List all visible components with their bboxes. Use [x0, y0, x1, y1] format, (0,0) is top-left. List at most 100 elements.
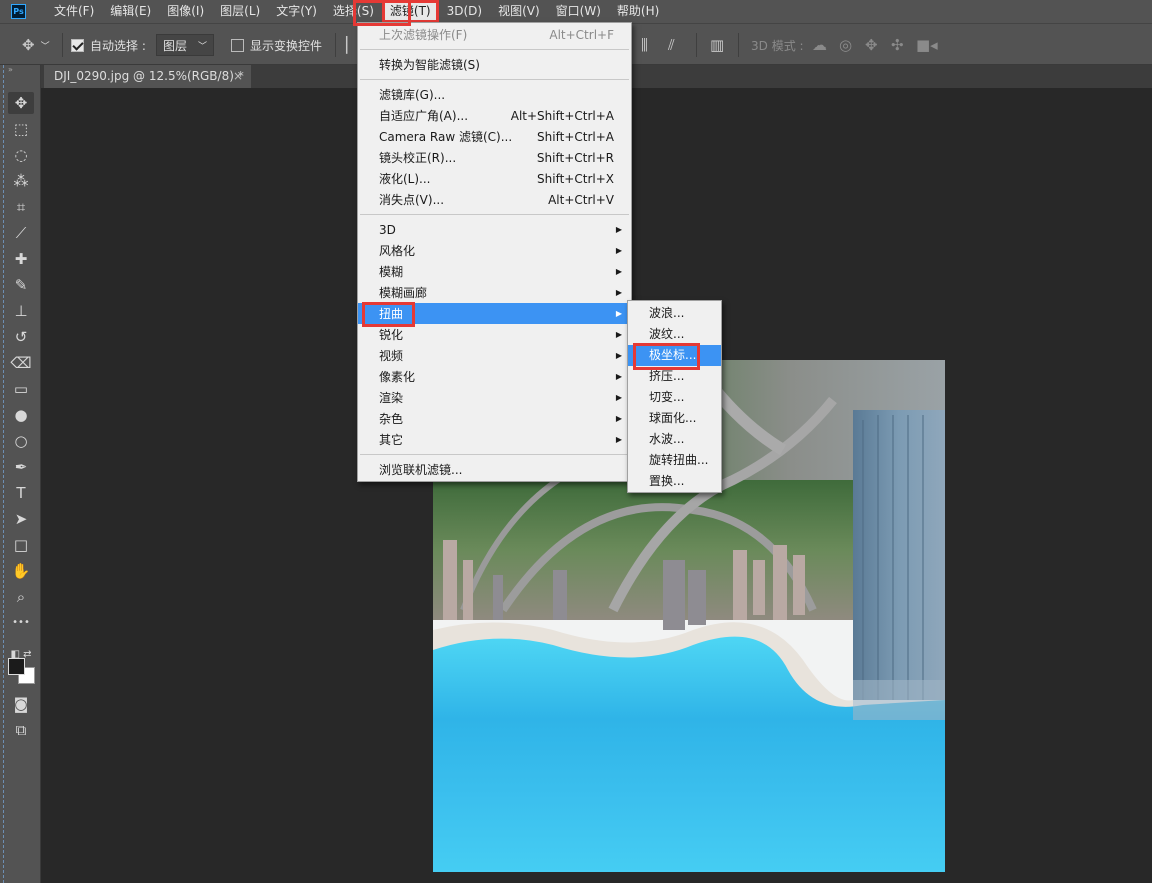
filter-menu-item[interactable]: 液化(L)... Shift+Ctrl+X — [358, 168, 631, 189]
auto-align-icon[interactable]: ▥ — [710, 34, 724, 56]
filter-menu-item[interactable]: 杂色 ▶ — [358, 408, 631, 429]
rectangle-tool-icon[interactable]: □ — [8, 534, 34, 556]
filter-menu: 上次滤镜操作(F) Alt+Ctrl+F 转换为智能滤镜(S) 滤镜库(G)... 自适… — [357, 22, 632, 482]
distort-submenu: 波浪... 波纹... 极坐标... 挤压... 切变... 球面化... 水波... 旋转扭… — [627, 300, 722, 493]
filter-menu-item[interactable]: 3D ▶ — [358, 219, 631, 240]
scale-3d-icon[interactable]: ■◂ — [916, 34, 938, 56]
layer-select-value: 图层 — [163, 38, 188, 53]
filter-menu-item[interactable]: 自适应广角(A)... Alt+Shift+Ctrl+A — [358, 105, 631, 126]
distort-submenu-item[interactable]: 旋转扭曲... — [628, 450, 721, 471]
menu-9[interactable]: 窗口(W) — [548, 0, 609, 23]
close-tab-icon[interactable]: × — [233, 65, 243, 88]
slide-3d-icon[interactable]: ✣ — [891, 34, 904, 56]
menu-bar: Ps 文件(F) 编辑(E) 图像(I) 图层(L) 文字(Y) 选择(S) 滤镜(T) 3D… — [0, 0, 1152, 23]
submenu-arrow-icon: ▶ — [615, 330, 622, 339]
eyedropper-tool-icon[interactable]: ⟋ — [8, 222, 34, 244]
pan-3d-icon[interactable]: ✥ — [865, 34, 878, 56]
menu-8[interactable]: 视图(V) — [490, 0, 548, 23]
healing-brush-tool-icon[interactable]: ✚ — [8, 248, 34, 270]
filter-menu-item-label: 镜头校正(R)... — [379, 151, 457, 165]
mode-3d-label: 3D 模式 : — [751, 38, 804, 53]
document-title: DJI_0290.jpg @ 12.5%(RGB/8) * — [54, 69, 244, 83]
zoom-tool-icon[interactable]: ⌕ — [8, 586, 34, 608]
crop-tool-icon[interactable]: ⌗ — [8, 196, 34, 218]
menu-2[interactable]: 图像(I) — [159, 0, 212, 23]
filter-menu-item[interactable]: 模糊画廊 ▶ — [358, 282, 631, 303]
filter-menu-item[interactable]: Camera Raw 滤镜(C)... Shift+Ctrl+A — [358, 126, 631, 147]
filter-menu-item[interactable]: 像素化 ▶ — [358, 366, 631, 387]
filter-menu-item[interactable]: 消失点(V)... Alt+Ctrl+V — [358, 189, 631, 210]
more-tools-icon[interactable]: ••• — [8, 612, 34, 634]
menu-4[interactable]: 文字(Y) — [268, 0, 325, 23]
filter-menu-item[interactable]: 渲染 ▶ — [358, 387, 631, 408]
layer-select-box[interactable]: 图层 ﹀ — [156, 34, 214, 56]
filter-menu-item[interactable]: 锐化 ▶ — [358, 324, 631, 345]
menu-0[interactable]: 文件(F) — [46, 0, 102, 23]
collapse-panel-icon[interactable]: » — [8, 65, 13, 74]
blur-tool-icon[interactable]: ● — [8, 404, 34, 426]
filter-menu-item-label: 模糊画廊 — [379, 286, 428, 300]
lasso-tool-icon[interactable]: ◌ — [8, 144, 34, 166]
align-left-edges-icon[interactable]: ▏ — [346, 34, 358, 56]
show-transform-label: 显示变换控件 — [250, 38, 323, 53]
hand-tool-icon[interactable]: ✋ — [8, 560, 34, 582]
pen-tool-icon[interactable]: ✒ — [8, 456, 34, 478]
filter-menu-item[interactable]: 转换为智能滤镜(S) — [358, 54, 631, 75]
menu-7[interactable]: 3D(D) — [439, 0, 490, 23]
dodge-tool-icon[interactable]: ○ — [8, 430, 34, 452]
menu-3[interactable]: 图层(L) — [212, 0, 268, 23]
path-selection-tool-icon[interactable]: ➤ — [8, 508, 34, 530]
history-brush-tool-icon[interactable]: ↺ — [8, 326, 34, 348]
distort-submenu-item[interactable]: 切变... — [628, 387, 721, 408]
filter-menu-item-label: 液化(L)... — [379, 172, 431, 186]
menu-1[interactable]: 编辑(E) — [102, 0, 159, 23]
move-tool-icon[interactable]: ✥ — [8, 92, 34, 114]
distort-submenu-item[interactable]: 波纹... — [628, 324, 721, 345]
brush-tool-icon[interactable]: ✎ — [8, 274, 34, 296]
distort-submenu-item[interactable]: 球面化... — [628, 408, 721, 429]
magic-wand-tool-icon[interactable]: ⁂ — [8, 170, 34, 192]
quick-mask-icon[interactable]: ◙ — [8, 693, 34, 715]
filter-menu-item: 上次滤镜操作(F) Alt+Ctrl+F — [358, 24, 631, 45]
layer-select[interactable]: 图层 ﹀ — [156, 34, 214, 56]
roll-3d-icon[interactable]: ◎ — [839, 34, 852, 56]
clone-stamp-tool-icon[interactable]: ⊥ — [8, 300, 34, 322]
document-tab[interactable]: DJI_0290.jpg @ 12.5%(RGB/8) * × — [44, 65, 251, 88]
divider — [738, 33, 739, 57]
gradient-tool-icon[interactable]: ▭ — [8, 378, 34, 400]
filter-menu-item-label: 3D — [379, 222, 396, 237]
move-icon: ✥ — [22, 36, 35, 54]
menu-10[interactable]: 帮助(H) — [609, 0, 667, 23]
distribute-vertical-icon[interactable]: ⫼ — [641, 34, 648, 56]
screen-mode-icon[interactable]: ⧉ — [8, 719, 34, 741]
filter-menu-item[interactable]: 滤镜库(G)... — [358, 84, 631, 105]
filter-menu-item-label: 模糊 — [379, 265, 404, 279]
filter-menu-item-label: 消失点(V)... — [379, 193, 445, 207]
type-tool-icon[interactable]: T — [8, 482, 34, 504]
menu-separator — [360, 49, 629, 50]
menu-separator — [360, 79, 629, 80]
filter-menu-item[interactable]: 镜头校正(R)... Shift+Ctrl+R — [358, 147, 631, 168]
show-transform-checkbox[interactable] — [231, 38, 244, 52]
filter-menu-item-label: 风格化 — [379, 244, 416, 258]
filter-menu-item[interactable]: 模糊 ▶ — [358, 261, 631, 282]
divider — [696, 33, 697, 57]
auto-select-checkbox[interactable] — [71, 38, 84, 52]
distort-submenu-item[interactable]: 波浪... — [628, 303, 721, 324]
distort-submenu-item[interactable]: 置换... — [628, 471, 721, 492]
distort-submenu-item[interactable]: 水波... — [628, 429, 721, 450]
distribute-horizontal-icon[interactable]: ⫽ — [668, 34, 675, 56]
move-tool-preset[interactable]: ✥ ﹀ — [22, 34, 50, 56]
filter-menu-item[interactable]: 其它 ▶ — [358, 429, 631, 450]
foreground-color-swatch[interactable] — [8, 658, 25, 675]
show-transform-toggle[interactable]: 显示变换控件 — [231, 34, 322, 56]
filter-menu-item[interactable]: 风格化 ▶ — [358, 240, 631, 261]
filter-menu-item-label: 转换为智能滤镜(S) — [379, 58, 480, 72]
eraser-tool-icon[interactable]: ⌫ — [8, 352, 34, 374]
auto-select-toggle[interactable]: 自动选择 : — [71, 34, 146, 56]
filter-menu-item[interactable]: 浏览联机滤镜... — [358, 459, 631, 480]
filter-menu-item[interactable]: 视频 ▶ — [358, 345, 631, 366]
marquee-tool-icon[interactable]: ⬚ — [8, 118, 34, 140]
orbit-3d-icon[interactable]: ☁ — [812, 34, 827, 56]
submenu-arrow-icon: ▶ — [615, 435, 622, 444]
